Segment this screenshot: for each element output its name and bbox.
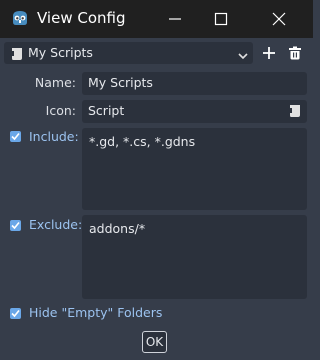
title-bar: View Config [0,0,313,38]
delete-button[interactable] [284,42,306,64]
close-button[interactable] [256,0,302,38]
icon-picker[interactable]: Script [82,100,307,123]
exclude-label[interactable]: Exclude: [29,217,82,233]
icon-label: Icon: [45,103,76,118]
name-label: Name: [34,75,76,90]
ok-button[interactable]: OK [142,331,167,353]
maximize-icon [214,12,228,26]
script-icon [289,104,301,122]
exclude-textarea-value: addons/* [89,221,146,236]
chevron-down-icon [237,47,249,66]
scripts-dropdown[interactable]: My Scripts [4,42,253,64]
name-field-value: My Scripts [88,75,153,90]
scripts-dropdown-value: My Scripts [28,45,93,60]
minimize-icon [169,18,181,20]
include-checkbox[interactable] [10,131,21,142]
hide-empty-folders-checkbox[interactable] [10,308,21,319]
checkmark-icon [11,221,20,230]
name-field[interactable]: My Scripts [82,72,307,95]
dialog-body: My Scripts Name: My Scripts Icon: Script [0,38,313,360]
script-icon [11,46,23,65]
exclude-textarea[interactable]: addons/* [82,215,307,299]
include-label[interactable]: Include: [29,129,79,145]
include-textarea-value: *.gd, *.cs, *.gdns [89,134,196,149]
trash-icon [289,46,301,60]
window-title: View Config [37,9,126,27]
add-button[interactable] [258,42,280,64]
plus-icon [263,47,275,59]
icon-picker-value: Script [88,103,125,118]
minimize-button[interactable] [152,0,198,38]
godot-app-icon [10,8,30,28]
maximize-button[interactable] [198,0,244,38]
checkmark-icon [11,132,20,141]
close-icon [272,12,286,26]
include-textarea[interactable]: *.gd, *.cs, *.gdns [82,128,307,210]
checkmark-icon [11,309,20,318]
exclude-checkbox[interactable] [10,220,21,231]
hide-empty-folders-label[interactable]: Hide "Empty" Folders [29,305,162,321]
